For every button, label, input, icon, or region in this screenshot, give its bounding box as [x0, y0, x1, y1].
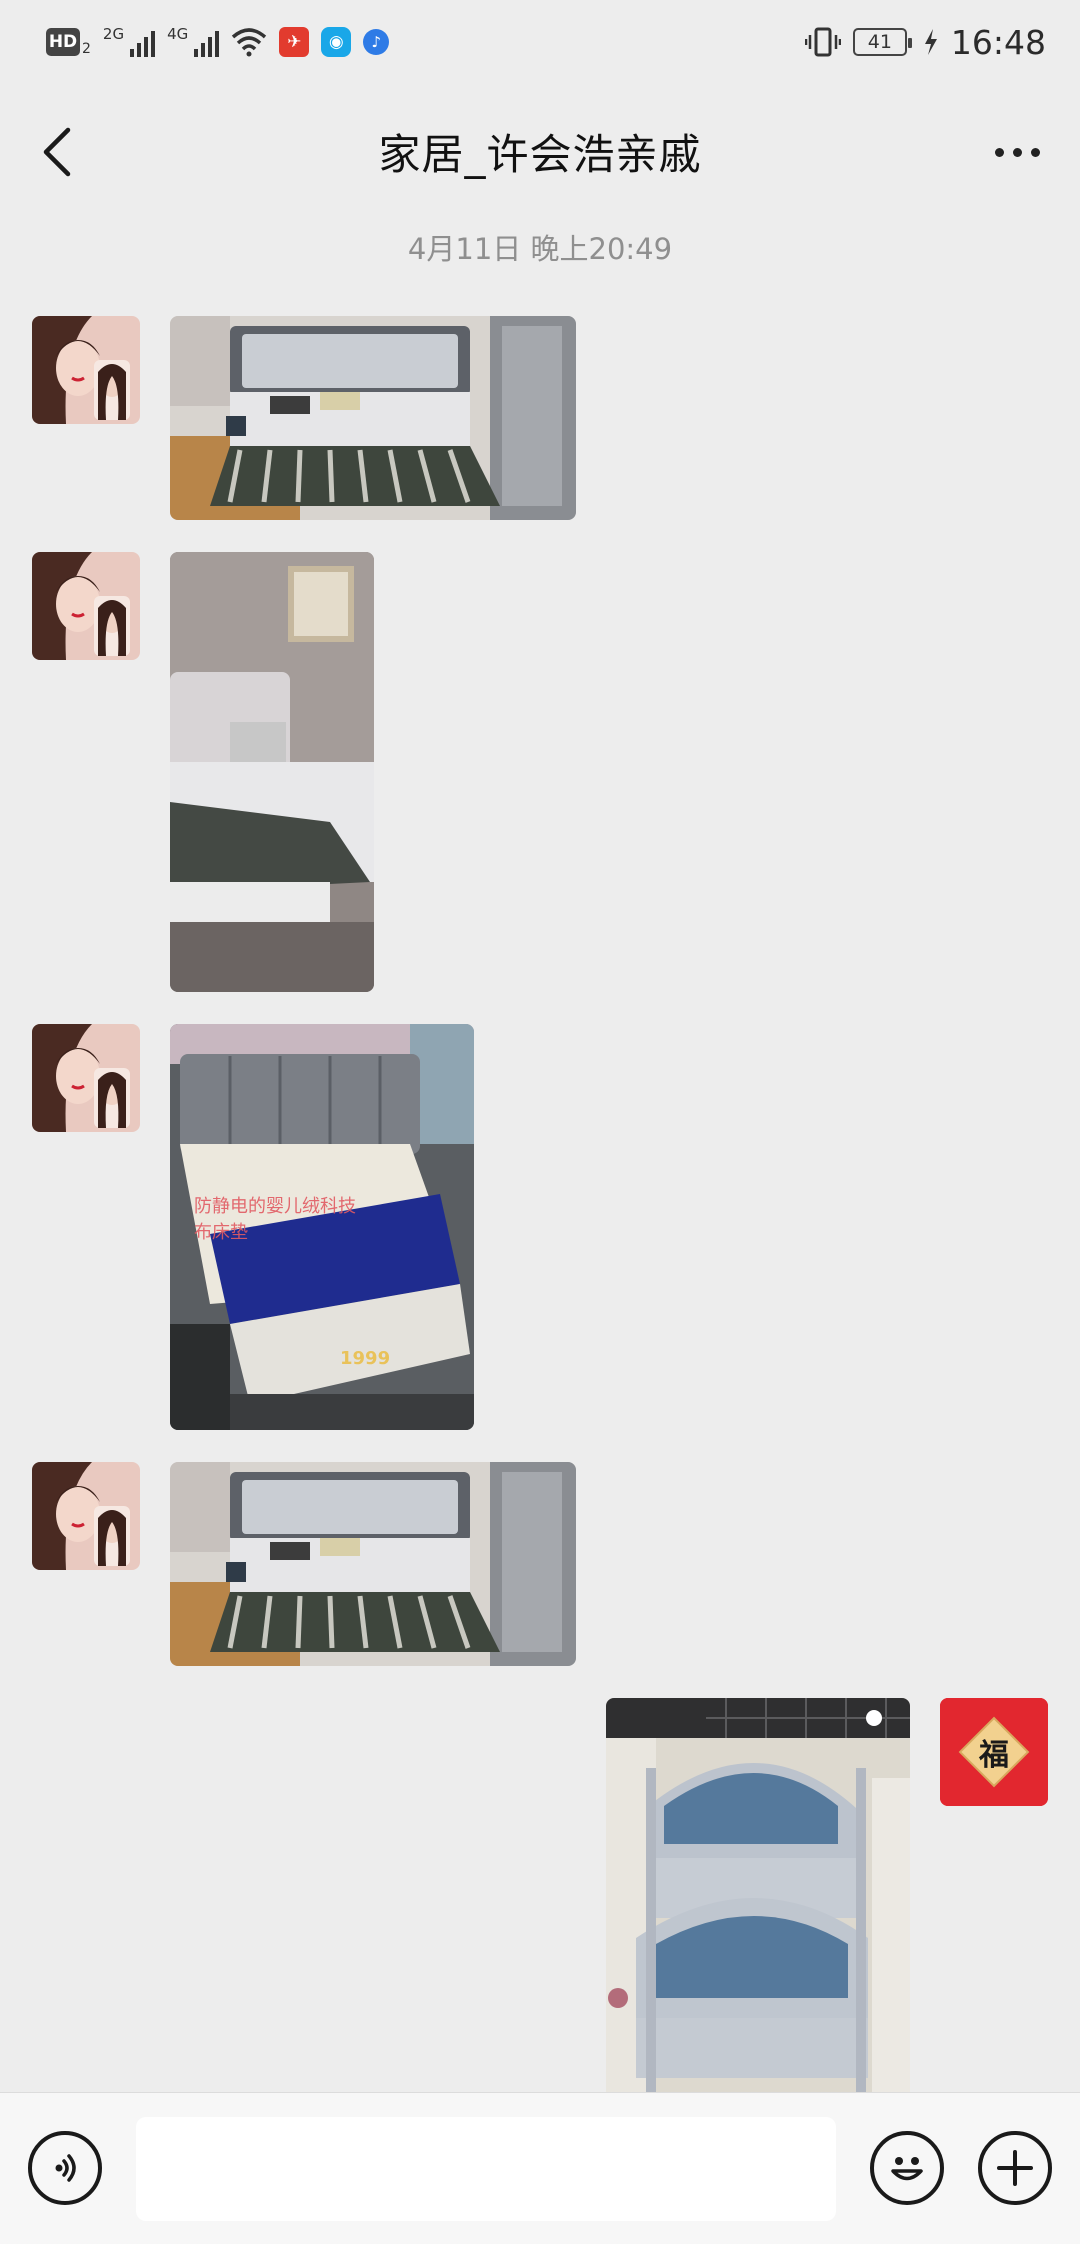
more-dot-icon [1030, 147, 1040, 157]
status-right: 41 16:48 [804, 22, 1046, 62]
image-overlay-caption: 防静电的婴儿绒科技 布床垫 [194, 1194, 356, 1246]
image-overlay-price: 1999 [340, 1348, 391, 1369]
more-functions-button[interactable] [978, 2131, 1052, 2205]
app-notification-icon-blue: ◉ [321, 27, 352, 57]
message-timestamp: 4月11日 晚上20:49 [407, 232, 673, 266]
chat-header: 家居_许会浩亲戚 [0, 84, 1080, 218]
voice-input-button[interactable] [28, 2131, 102, 2205]
input-bar [0, 2092, 1080, 2244]
music-icon: ♪ [363, 29, 390, 55]
back-button[interactable] [32, 122, 82, 182]
emoji-button[interactable] [870, 2131, 944, 2205]
chat-image-mattress[interactable]: 防静电的婴儿绒科技 布床垫 1999 [170, 1024, 474, 1430]
wifi-icon [232, 28, 267, 57]
signal-1-icon [130, 27, 156, 57]
status-left: HD 2 2G 4G ✈ ◉ ♪ [46, 25, 390, 57]
chat-title: 家居_许会浩亲戚 [378, 129, 702, 179]
signal-2-label: 4G [167, 25, 189, 43]
image-overlay-line-1: 防静电的婴儿绒科技 [194, 1196, 356, 1217]
hd-sub-label: 2 [82, 41, 91, 57]
app-notification-icon-red: ✈ [279, 27, 310, 57]
emoji-icon [891, 2157, 923, 2181]
chat-image-bed-1[interactable] [170, 316, 576, 520]
contact-avatar[interactable] [32, 316, 140, 424]
fu-character: 福 [979, 1738, 1009, 1773]
hd-icon: HD [46, 28, 80, 56]
charging-icon [924, 29, 937, 55]
voice-icon [55, 2154, 76, 2182]
chevron-left-icon [43, 127, 71, 177]
status-time: 16:48 [950, 22, 1046, 62]
contact-avatar[interactable] [32, 1462, 140, 1570]
more-dot-icon [1012, 147, 1022, 157]
self-avatar-fu-sticker[interactable]: 福 [940, 1698, 1048, 1806]
chat-image-bed-frame[interactable] [606, 1698, 910, 2092]
more-options-button[interactable] [982, 122, 1052, 182]
signal-2-icon [194, 27, 220, 57]
contact-avatar[interactable] [32, 1024, 140, 1132]
chat-image-bed-2[interactable] [170, 552, 374, 992]
signal-1-label: 2G [102, 25, 125, 43]
battery-level: 41 [867, 31, 892, 53]
vibrate-icon [804, 27, 841, 57]
status-bar: HD 2 2G 4G ✈ ◉ ♪ 41 16:48 [0, 0, 1080, 84]
contact-avatar[interactable] [32, 552, 140, 660]
battery-icon: 41 [852, 28, 912, 56]
more-dot-icon [994, 147, 1004, 157]
chat-image-bed-3[interactable] [170, 1462, 576, 1666]
plus-icon [997, 2150, 1033, 2186]
image-overlay-line-2: 布床垫 [194, 1222, 248, 1243]
message-input[interactable] [136, 2117, 836, 2221]
